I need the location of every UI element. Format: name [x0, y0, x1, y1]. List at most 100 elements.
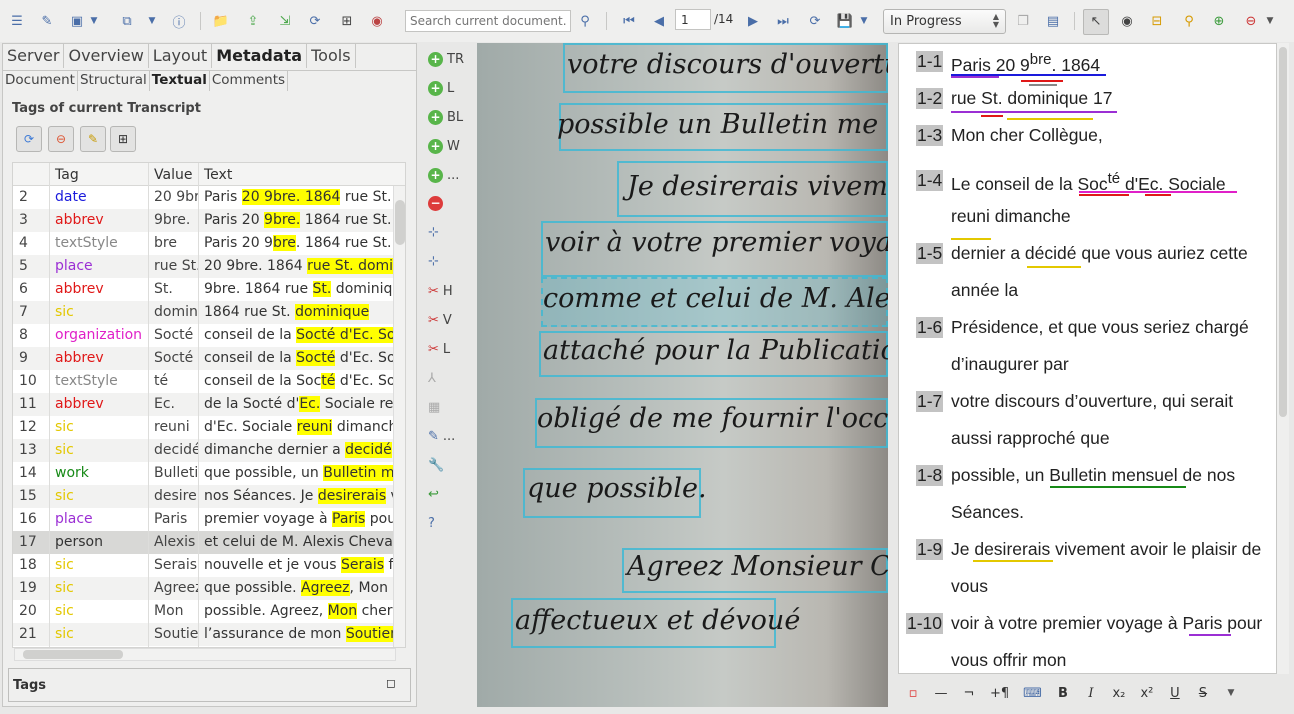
table-row[interactable]: 14 work Bulletin que possible, un Bulletin…	[13, 462, 393, 485]
split-h-button[interactable]: ✂ H	[428, 281, 453, 301]
wrench-button[interactable]: 🔧	[428, 455, 444, 475]
import-icon[interactable]: ⇪	[242, 10, 264, 32]
add-tr-button[interactable]: + TR	[428, 49, 464, 69]
info-icon[interactable]: ⓘ	[168, 10, 190, 32]
transcription-editor[interactable]: 1-1 Paris 20 9bre. 1864 1-2 rue St. domi…	[898, 43, 1277, 674]
table-row[interactable]: 7 sic domin 1864 rue St. dominique	[13, 301, 393, 324]
tab-metadata[interactable]: Metadata	[212, 44, 308, 68]
table-row[interactable]: 19sicAgreez que possible. Agreez, Mon c	[13, 577, 393, 600]
add-more-button[interactable]: +...	[428, 165, 459, 185]
not-sign-button[interactable]: ¬	[962, 686, 976, 701]
table-row[interactable]: 17 person Alexis et celui de M. Alexis Che…	[13, 531, 393, 554]
add-paragraph-button[interactable]: +¶	[990, 686, 1009, 701]
zoom-out-icon[interactable]: ⊖	[1240, 10, 1262, 32]
restore-icon[interactable]: ◻	[386, 676, 396, 690]
transcript-line[interactable]: d’inaugurer par	[899, 347, 1276, 384]
undo-button[interactable]: ↩	[428, 484, 439, 504]
remove-point-button[interactable]: ⊹	[428, 251, 439, 271]
transcript-scrollbar[interactable]	[1277, 43, 1289, 674]
status-dropdown[interactable]: In Progress ▲ ▼	[883, 9, 1006, 34]
add-w-button[interactable]: + W	[428, 136, 460, 156]
edit-more-button[interactable]: ✎...	[428, 426, 455, 446]
table-row[interactable]: 15 sic desirei nos Séances. Je desirerais …	[13, 485, 393, 508]
table-row[interactable]: 2 date 20 9bre. Paris 20 9bre. 1864 rue St.…	[13, 186, 393, 209]
add-l-button[interactable]: + L	[428, 78, 454, 98]
save-icon[interactable]: 💾	[834, 10, 856, 32]
chevron-down-icon[interactable]: ▼	[858, 10, 870, 32]
chevron-down-icon[interactable]: ▼	[88, 10, 100, 32]
tab-server[interactable]: Server	[3, 44, 65, 68]
add-bl-button[interactable]: + BL	[428, 107, 463, 127]
remove-shape-button[interactable]: −	[428, 193, 443, 213]
transcript-line[interactable]: 1-9 Je desirerais vivement avoir le plai…	[899, 532, 1276, 569]
edit-tag-button[interactable]: ✎	[80, 126, 106, 152]
column-text[interactable]: Text	[204, 167, 232, 183]
transcript-line[interactable]: reuni dimanche	[899, 199, 1276, 240]
transcript-line[interactable]: vous offrir mon	[899, 643, 1276, 673]
italic-button[interactable]: I	[1084, 686, 1098, 701]
tab-structural[interactable]: Structural	[78, 71, 150, 91]
stamp-icon[interactable]: ◉	[366, 10, 388, 32]
bold-button[interactable]: B	[1056, 686, 1070, 701]
transcript-line[interactable]: 1-8 possible, un Bulletin mensuel de nos	[899, 458, 1276, 495]
split-v-button[interactable]: ✂ V	[428, 310, 452, 330]
page-number-input[interactable]	[675, 9, 711, 30]
table-row[interactable]: 6 abbrev St. 9bre. 1864 rue St. dominique	[13, 278, 393, 301]
transcript-line[interactable]: année la	[899, 273, 1276, 310]
column-tag[interactable]: Tag	[55, 167, 79, 183]
scroll-thumb[interactable]	[1279, 47, 1287, 417]
layout-icon[interactable]: ▣	[66, 10, 88, 32]
delete-button[interactable]: ⊖	[48, 126, 74, 152]
export-icon[interactable]: ⇲	[274, 10, 296, 32]
table-row[interactable]: 9 abbrev Socté conseil de la Socté d'Ec. S…	[13, 347, 393, 370]
table-row[interactable]: 10 textStyle té conseil de la Socté d'Ec. …	[13, 370, 393, 393]
table-row[interactable]: 18 sic Serais nouvelle et je vous Serais f…	[13, 554, 393, 577]
keyboard-icon[interactable]: ⌨	[1023, 686, 1042, 701]
copy-icon[interactable]: ❐	[1012, 10, 1034, 32]
search-input[interactable]	[405, 10, 571, 32]
transcript-line[interactable]: 1-4 Le conseil de la Socté d'Ec. Sociale	[899, 155, 1276, 199]
tab-overview[interactable]: Overview	[64, 44, 149, 68]
last-page-icon[interactable]: ⏭	[772, 10, 794, 32]
table-button[interactable]: ▦	[428, 397, 440, 417]
subscript-button[interactable]: x₂	[1112, 686, 1126, 701]
binoculars-button[interactable]: ⊞	[110, 126, 136, 152]
table-row[interactable]: 16 place Paris premier voyage à Paris pour	[13, 508, 393, 531]
split-l-button[interactable]: ✂ L	[428, 339, 450, 359]
transcript-line[interactable]: 1-1 Paris 20 9bre. 1864	[899, 44, 1276, 86]
document-image[interactable]: votre discours d'ouverture, q possible u…	[477, 43, 888, 707]
transcript-line[interactable]: 1-5 dernier a décidé que vous auriez cet…	[899, 236, 1276, 273]
chevron-down-icon[interactable]: ▼	[1224, 688, 1238, 698]
add-point-button[interactable]: ⊹	[428, 222, 439, 242]
chevron-down-icon[interactable]: ▼	[1264, 10, 1276, 32]
dash-button[interactable]: —	[934, 686, 948, 701]
tab-comments[interactable]: Comments	[210, 71, 289, 91]
vertical-scrollbar[interactable]	[393, 186, 405, 647]
zoom-icon[interactable]: ⚲	[1178, 10, 1200, 32]
document-icon[interactable]: ▤	[1042, 10, 1064, 32]
refresh-icon[interactable]: ⟳	[304, 10, 326, 32]
horizontal-scrollbar[interactable]	[14, 648, 396, 661]
menu-icon[interactable]: ☰	[6, 10, 28, 32]
chevron-down-icon[interactable]: ▼	[146, 10, 158, 32]
transcript-line[interactable]: 1-10 voir à votre premier voyage à Paris…	[899, 606, 1276, 643]
transcript-line[interactable]: 1-6 Présidence, et que vous seriez charg…	[899, 310, 1276, 347]
column-value[interactable]: Value	[154, 167, 192, 183]
eye-icon[interactable]: ◉	[1116, 10, 1138, 32]
merge-button[interactable]: ⅄	[428, 368, 436, 388]
transcript-line[interactable]: aussi rapproché que	[899, 421, 1276, 458]
tab-textual[interactable]: Textual	[149, 71, 210, 91]
transcript-line[interactable]: 1-7 votre discours d’ouverture, qui sera…	[899, 384, 1276, 421]
binoculars-icon[interactable]: ⊞	[336, 10, 358, 32]
transcript-line[interactable]: 1-3 Mon cher Collègue,	[899, 118, 1276, 155]
refresh-button[interactable]: ⟳	[16, 126, 42, 152]
help-button[interactable]: ?	[428, 513, 435, 533]
strikethrough-button[interactable]: S	[1196, 686, 1210, 701]
window-icon[interactable]: ⧉	[116, 10, 138, 32]
scroll-thumb[interactable]	[23, 650, 123, 659]
folder-icon[interactable]: 📁	[210, 10, 232, 32]
transcript-line[interactable]: 1-2 rue St. dominique 17	[899, 81, 1276, 120]
scroll-thumb[interactable]	[395, 200, 405, 245]
search-icon[interactable]: ⚲	[574, 10, 596, 32]
table-row[interactable]: 11 abbrev Ec. de la Socté d'Ec. Sociale re…	[13, 393, 393, 416]
